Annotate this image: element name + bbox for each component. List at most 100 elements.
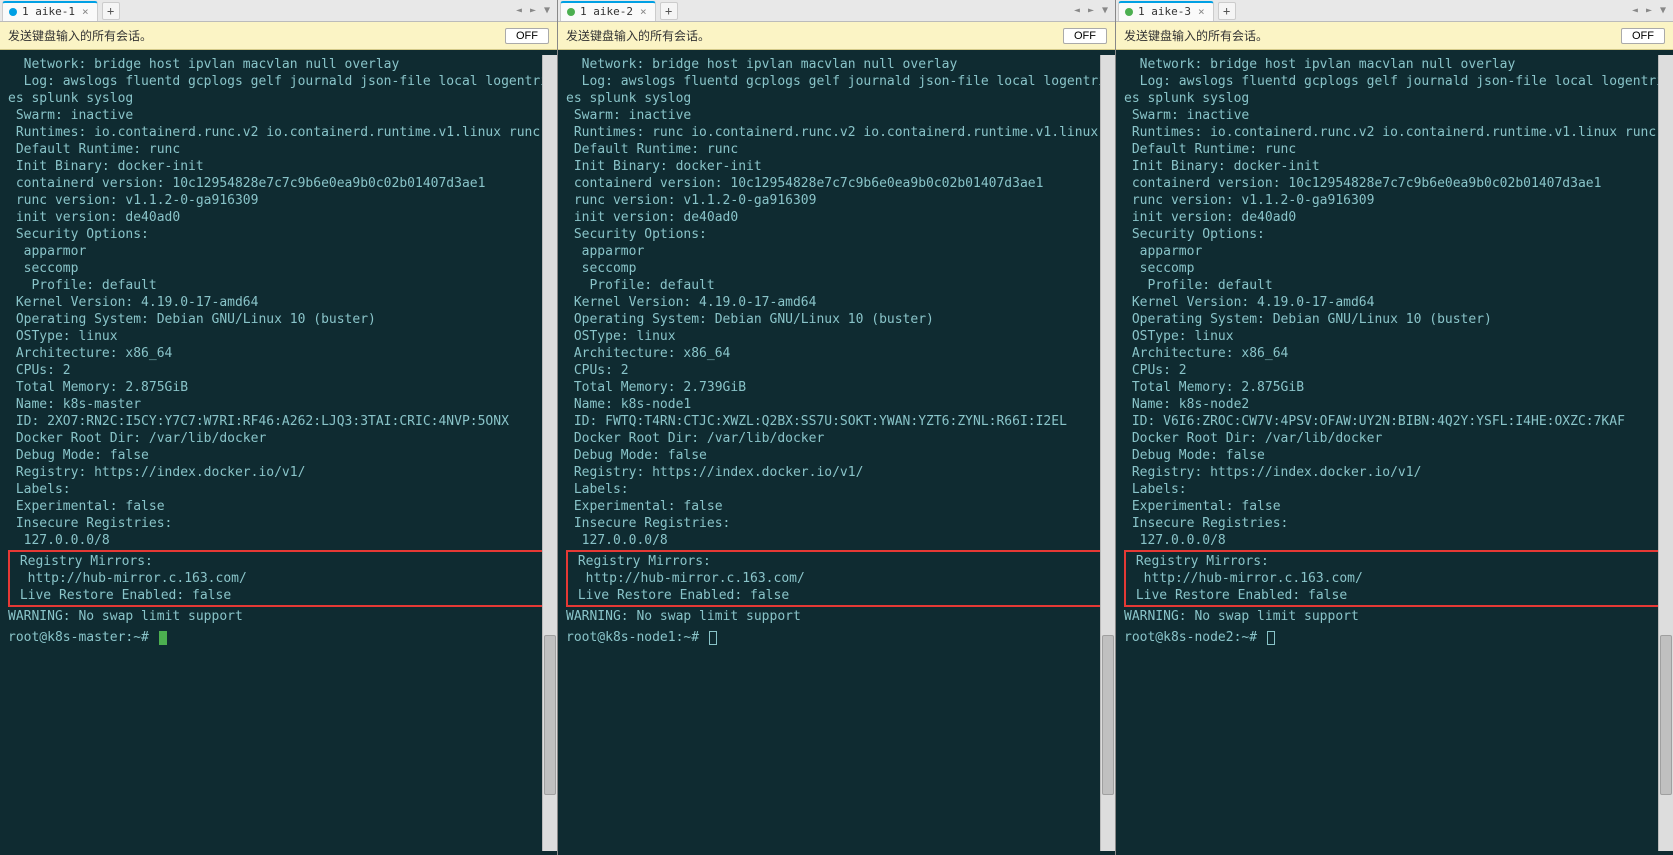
terminal-line: Name: k8s-node2 <box>1124 396 1669 413</box>
terminal-line: Runtimes: io.containerd.runc.v2 io.conta… <box>8 124 553 141</box>
nav-right-icon[interactable]: ► <box>1085 5 1097 16</box>
add-tab-button[interactable]: + <box>1218 2 1236 20</box>
terminal-pane-2: 1 aike-3 × + ◄►▼ 发送键盘输入的所有会话。OFF Network: br… <box>1116 0 1673 855</box>
terminal-line: Total Memory: 2.875GiB <box>1124 379 1669 396</box>
tab-label: 1 aike-3 <box>1138 5 1191 18</box>
close-tab-icon[interactable]: × <box>640 5 647 18</box>
terminal-line: Docker Root Dir: /var/lib/docker <box>1124 430 1669 447</box>
prompt-line[interactable]: root@k8s-node2:~# <box>1124 629 1669 646</box>
prompt-text: root@k8s-node1:~# <box>566 630 707 645</box>
terminal-line: init version: de40ad0 <box>1124 209 1669 226</box>
session-tab[interactable]: 1 aike-2 × <box>560 1 656 21</box>
broadcast-off-button[interactable]: OFF <box>1621 28 1665 44</box>
tab-label: 1 aike-2 <box>580 5 633 18</box>
terminal-line: Experimental: false <box>566 498 1111 515</box>
terminal-line: Security Options: <box>566 226 1111 243</box>
nav-down-icon[interactable]: ▼ <box>541 5 553 16</box>
terminal-line: Registry: https://index.docker.io/v1/ <box>8 464 553 481</box>
terminal-line: seccomp <box>8 260 553 277</box>
nav-left-icon[interactable]: ◄ <box>1071 5 1083 16</box>
nav-down-icon[interactable]: ▼ <box>1657 5 1669 16</box>
terminal-line: Registry: https://index.docker.io/v1/ <box>1124 464 1669 481</box>
terminal-line: Profile: default <box>566 277 1111 294</box>
terminal-line: Architecture: x86_64 <box>8 345 553 362</box>
nav-down-icon[interactable]: ▼ <box>1099 5 1111 16</box>
highlighted-region: Registry Mirrors: http://hub-mirror.c.16… <box>8 550 553 607</box>
tab-label: 1 aike-1 <box>22 5 75 18</box>
tab-nav: ◄►▼ <box>513 5 557 16</box>
scrollbar-thumb[interactable] <box>544 635 556 795</box>
add-tab-button[interactable]: + <box>102 2 120 20</box>
terminal-line: Profile: default <box>1124 277 1669 294</box>
terminal-line: WARNING: No swap limit support <box>8 608 553 625</box>
terminal-line: Experimental: false <box>1124 498 1669 515</box>
terminal-line: containerd version: 10c12954828e7c7c9b6e… <box>566 175 1111 192</box>
terminal-line: Live Restore Enabled: false <box>1128 587 1665 604</box>
status-dot-icon <box>1125 8 1133 16</box>
terminal-line: Registry Mirrors: <box>1128 553 1665 570</box>
close-tab-icon[interactable]: × <box>1198 5 1205 18</box>
terminal-output[interactable]: Network: bridge host ipvlan macvlan null… <box>558 50 1115 855</box>
terminal-line: apparmor <box>8 243 553 260</box>
terminal-line: seccomp <box>566 260 1111 277</box>
vertical-scrollbar[interactable] <box>1100 55 1115 851</box>
vertical-scrollbar[interactable] <box>542 55 557 851</box>
terminal-line: runc version: v1.1.2-0-ga916309 <box>8 192 553 209</box>
nav-left-icon[interactable]: ◄ <box>513 5 525 16</box>
terminal-line: Architecture: x86_64 <box>1124 345 1669 362</box>
broadcast-message-text: 发送键盘输入的所有会话。 <box>566 27 1063 44</box>
terminal-output[interactable]: Network: bridge host ipvlan macvlan null… <box>1116 50 1673 855</box>
terminal-line: Total Memory: 2.739GiB <box>566 379 1111 396</box>
terminal-output[interactable]: Network: bridge host ipvlan macvlan null… <box>0 50 557 855</box>
terminal-line: Insecure Registries: <box>1124 515 1669 532</box>
prompt-line[interactable]: root@k8s-node1:~# <box>566 629 1111 646</box>
terminal-line: Operating System: Debian GNU/Linux 10 (b… <box>8 311 553 328</box>
terminal-line: Network: bridge host ipvlan macvlan null… <box>566 56 1111 73</box>
terminal-line: CPUs: 2 <box>1124 362 1669 379</box>
terminal-line: runc version: v1.1.2-0-ga916309 <box>1124 192 1669 209</box>
terminal-line: Architecture: x86_64 <box>566 345 1111 362</box>
prompt-line[interactable]: root@k8s-master:~# <box>8 629 553 646</box>
terminal-line: Runtimes: runc io.containerd.runc.v2 io.… <box>566 124 1111 141</box>
broadcast-off-button[interactable]: OFF <box>505 28 549 44</box>
broadcast-message-bar: 发送键盘输入的所有会话。OFF <box>558 22 1115 50</box>
terminal-line: 127.0.0.0/8 <box>566 532 1111 549</box>
terminal-line: Live Restore Enabled: false <box>570 587 1107 604</box>
nav-right-icon[interactable]: ► <box>527 5 539 16</box>
nav-left-icon[interactable]: ◄ <box>1629 5 1641 16</box>
session-tab[interactable]: 1 aike-1 × <box>2 1 98 21</box>
terminal-line: Experimental: false <box>8 498 553 515</box>
terminal-line: Labels: <box>8 481 553 498</box>
nav-right-icon[interactable]: ► <box>1643 5 1655 16</box>
broadcast-message-bar: 发送键盘输入的所有会话。OFF <box>0 22 557 50</box>
terminal-line: containerd version: 10c12954828e7c7c9b6e… <box>8 175 553 192</box>
session-tab[interactable]: 1 aike-3 × <box>1118 1 1214 21</box>
terminal-line: init version: de40ad0 <box>566 209 1111 226</box>
terminal-line: seccomp <box>1124 260 1669 277</box>
terminal-line: apparmor <box>566 243 1111 260</box>
highlighted-region: Registry Mirrors: http://hub-mirror.c.16… <box>1124 550 1669 607</box>
add-tab-button[interactable]: + <box>660 2 678 20</box>
terminal-line: Debug Mode: false <box>8 447 553 464</box>
terminal-pane-0: 1 aike-1 × + ◄►▼ 发送键盘输入的所有会话。OFF Network: br… <box>0 0 558 855</box>
scrollbar-thumb[interactable] <box>1102 635 1114 795</box>
terminal-line: Registry Mirrors: <box>12 553 549 570</box>
terminal-line: runc version: v1.1.2-0-ga916309 <box>566 192 1111 209</box>
terminal-line: Network: bridge host ipvlan macvlan null… <box>8 56 553 73</box>
terminal-line: Profile: default <box>8 277 553 294</box>
terminal-line: Registry: https://index.docker.io/v1/ <box>566 464 1111 481</box>
terminal-line: CPUs: 2 <box>566 362 1111 379</box>
terminal-line: Log: awslogs fluentd gcplogs gelf journa… <box>566 73 1111 107</box>
terminal-line: OSType: linux <box>1124 328 1669 345</box>
broadcast-message-bar: 发送键盘输入的所有会话。OFF <box>1116 22 1673 50</box>
terminal-line: Swarm: inactive <box>566 107 1111 124</box>
terminal-line: Insecure Registries: <box>8 515 553 532</box>
terminal-line: OSType: linux <box>8 328 553 345</box>
close-tab-icon[interactable]: × <box>82 5 89 18</box>
broadcast-off-button[interactable]: OFF <box>1063 28 1107 44</box>
vertical-scrollbar[interactable] <box>1658 55 1673 851</box>
status-dot-icon <box>9 8 17 16</box>
terminal-line: http://hub-mirror.c.163.com/ <box>1128 570 1665 587</box>
terminal-line: containerd version: 10c12954828e7c7c9b6e… <box>1124 175 1669 192</box>
scrollbar-thumb[interactable] <box>1660 635 1672 795</box>
